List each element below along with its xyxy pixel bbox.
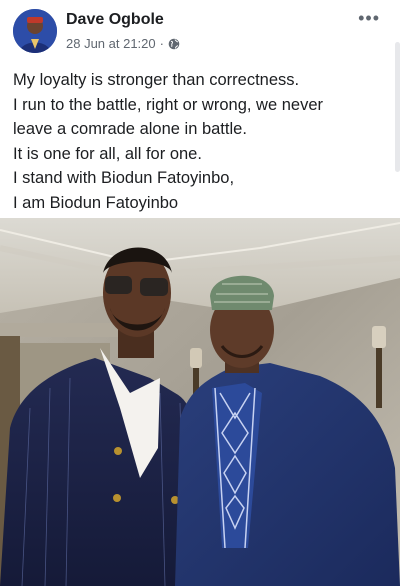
scrollbar[interactable] [395,42,400,172]
avatar[interactable] [13,9,57,53]
post-text: My loyalty is stronger than correctness.… [13,68,383,215]
photo-image [0,218,400,586]
post-text-line: leave a comrade alone in battle. [13,120,247,138]
post-timestamp[interactable]: 28 Jun at 21:20 [66,36,156,51]
post-meta: 28 Jun at 21:20 · [66,36,180,51]
post-photo[interactable] [0,218,400,586]
post-text-line: It is one for all, all for one. [13,144,202,163]
author-name[interactable]: Dave Ogbole [66,11,164,29]
globe-icon [168,38,180,50]
more-options-icon[interactable]: ••• [358,8,380,29]
post-header: Dave Ogbole 28 Jun at 21:20 · ••• [0,0,400,62]
post-text-line: I run to the battle, right or wrong, we … [13,95,323,114]
post-text-line: I am Biodun Fatoyinbo [13,193,179,212]
post-text-line: My loyalty is stronger than correctness. [13,71,300,89]
meta-separator: · [159,36,164,51]
avatar-image [13,9,57,53]
post-text-line: I stand with Biodun Fatoyinbo, [13,169,235,187]
